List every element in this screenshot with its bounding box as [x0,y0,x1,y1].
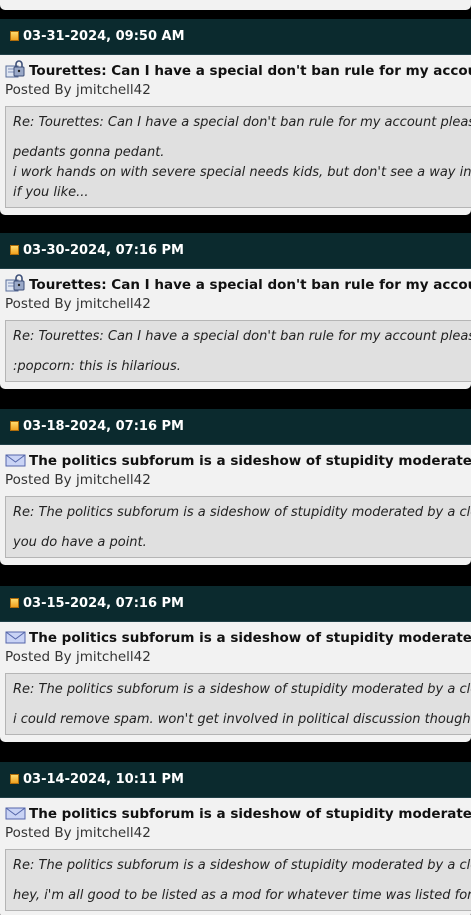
post-date-header: 03-31-2024, 09:50 AM [0,19,471,55]
lock-icon [5,274,26,292]
post-quote: Re: The politics subforum is a sideshow … [5,849,471,911]
quote-line: i work hands on with severe special need… [13,165,471,180]
post-title-link[interactable]: The politics subforum is a sideshow of s… [29,630,471,646]
post-date-icon [10,421,19,431]
quote-spacer [13,700,471,710]
quote-spacer [13,347,471,357]
post-date: 03-18-2024, 07:16 PM [23,419,184,434]
post-date-header: 03-14-2024, 10:11 PM [0,762,471,798]
post-date-icon [10,598,19,608]
quote-title: Re: The politics subforum is a sideshow … [13,505,471,520]
envelope-icon [5,450,26,468]
post-body: Tourettes: Can I have a special don't ba… [0,269,471,389]
post-date: 03-31-2024, 09:50 AM [23,29,185,44]
post-title-row: The politics subforum is a sideshow of s… [5,803,471,823]
envelope-icon [5,627,26,645]
post-date-header: 03-15-2024, 07:16 PM [0,586,471,622]
post-date: 03-30-2024, 07:16 PM [23,243,184,258]
post-quote: Re: Tourettes: Can I have a special don'… [5,320,471,382]
post-body: The politics subforum is a sideshow of s… [0,798,471,915]
quote-title: Re: Tourettes: Can I have a special don'… [13,329,471,344]
forum-post: 03-15-2024, 07:16 PM The politics subforu… [0,586,471,742]
envelope-icon [5,803,26,821]
post-title-link[interactable]: The politics subforum is a sideshow of s… [29,453,471,469]
post-date: 03-14-2024, 10:11 PM [23,772,184,787]
post-title-row: Tourettes: Can I have a special don't ba… [5,274,471,294]
post-list: 03-31-2024, 09:50 AM Tourettes: Can I hav… [0,0,471,915]
post-author: Posted By jmitchell42 [5,472,151,488]
lock-icon [5,60,26,78]
post-title-row: The politics subforum is a sideshow of s… [5,627,471,647]
quote-spacer [13,876,471,886]
post-body: The politics subforum is a sideshow of s… [0,445,471,565]
quote-line: if you like... [13,185,89,200]
quote-line: :popcorn: this is hilarious. [13,359,181,374]
post-title-row: The politics subforum is a sideshow of s… [5,450,471,470]
post-quote: Re: The politics subforum is a sideshow … [5,673,471,735]
quote-line: i could remove spam. won't get involved … [13,712,471,727]
post-body: Tourettes: Can I have a special don't ba… [0,55,471,215]
forum-post: 03-30-2024, 07:16 PM Tourettes: Can I hav… [0,233,471,389]
post-date-icon [10,774,19,784]
post-author: Posted By jmitchell42 [5,296,151,312]
post-author: Posted By jmitchell42 [5,649,151,665]
quote-title: Re: The politics subforum is a sideshow … [13,858,471,873]
post-quote: Re: The politics subforum is a sideshow … [5,496,471,558]
quote-title: Re: The politics subforum is a sideshow … [13,682,471,697]
post-date-icon [10,31,19,41]
post-title-row: Tourettes: Can I have a special don't ba… [5,60,471,80]
forum-post: 03-18-2024, 07:16 PM The politics subforu… [0,409,471,565]
post-date: 03-15-2024, 07:16 PM [23,596,184,611]
quote-line: hey, i'm all good to be listed as a mod … [13,888,471,903]
post-author: Posted By jmitchell42 [5,825,151,841]
quote-spacer [13,133,471,143]
post-title-link[interactable]: Tourettes: Can I have a special don't ba… [29,277,471,293]
quote-line: pedants gonna pedant. [13,145,165,160]
quote-title: Re: Tourettes: Can I have a special don'… [13,115,471,130]
post-body: The politics subforum is a sideshow of s… [0,622,471,742]
post-title-link[interactable]: The politics subforum is a sideshow of s… [29,806,471,822]
post-quote: Re: Tourettes: Can I have a special don'… [5,106,471,208]
post-date-header: 03-18-2024, 07:16 PM [0,409,471,445]
forum-post: 03-14-2024, 10:11 PM The politics subforu… [0,762,471,915]
post-date-icon [10,245,19,255]
post-author: Posted By jmitchell42 [5,82,151,98]
quote-line: you do have a point. [13,535,147,550]
post-date-header: 03-30-2024, 07:16 PM [0,233,471,269]
post-title-link[interactable]: Tourettes: Can I have a special don't ba… [29,63,471,79]
quote-spacer [13,523,471,533]
previous-post-fragment [0,0,471,10]
forum-post: 03-31-2024, 09:50 AM Tourettes: Can I hav… [0,19,471,215]
